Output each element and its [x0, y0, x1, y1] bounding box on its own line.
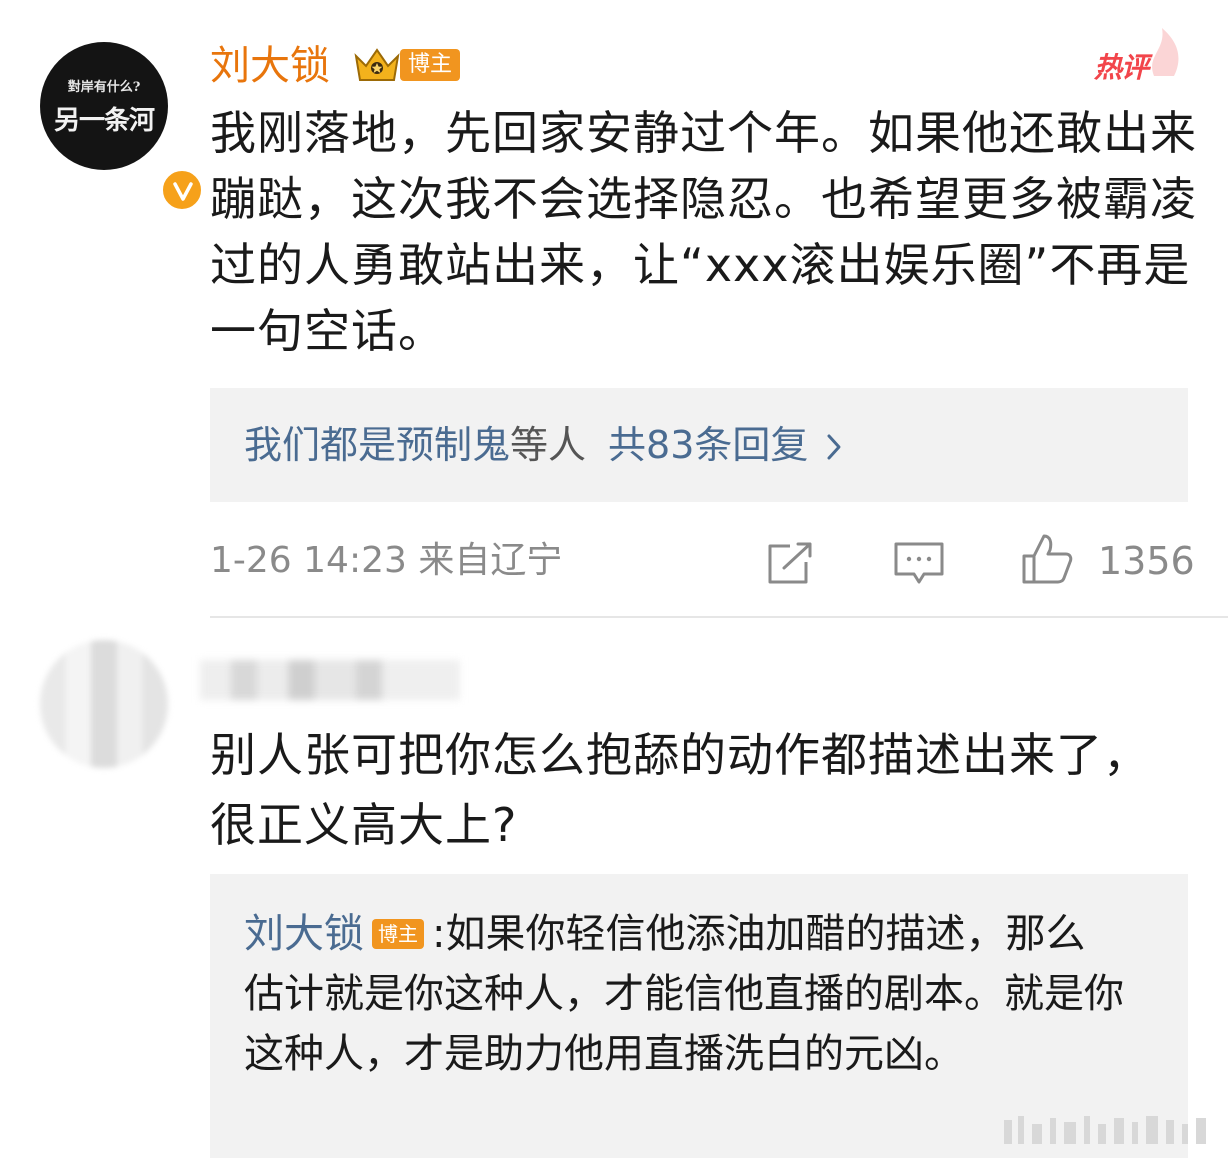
- comment-icon[interactable]: [892, 540, 946, 586]
- crown-icon: [354, 48, 400, 81]
- reply-names-suffix: 等人: [510, 423, 587, 467]
- avatar-main-text: 另一条河: [53, 106, 155, 136]
- blogger-tag: 博主: [400, 49, 461, 81]
- reply-names[interactable]: 我们都是预制鬼: [244, 423, 510, 467]
- blogger-tag: 博主: [372, 919, 424, 949]
- username[interactable]: 刘大锁: [210, 40, 330, 92]
- watermark-bars-icon: [1004, 1116, 1206, 1144]
- username-blurred[interactable]: [200, 660, 460, 700]
- like-count: 1356: [1098, 539, 1195, 583]
- chevron-right-icon: [826, 421, 842, 475]
- like-icon[interactable]: [1020, 532, 1074, 586]
- hot-comment-badge: 热评: [1094, 51, 1149, 84]
- verified-icon: [160, 168, 204, 212]
- share-icon[interactable]: [764, 540, 814, 586]
- comment-text: 别人张可把你怎么抱舔的动作都描述出来了，很正义高大上?: [210, 728, 1150, 852]
- comment-text: 我刚落地，先回家安静过个年。如果他还敢出来蹦跶，这次我不会选择隐忍。也希望更多被…: [210, 106, 1197, 358]
- hot-flame-icon: [1152, 28, 1179, 76]
- reply: 刘大锁 博主:如果你轻信他添油加醋的描述，那么估计就是你这种人，才能信他直播的剧本…: [244, 904, 1124, 1084]
- comment-meta: 1-26 14:23 来自辽宁: [210, 540, 563, 581]
- divider: [210, 616, 1228, 618]
- replies-line: 我们都是预制鬼等人 共83条回复: [244, 418, 842, 475]
- avatar[interactable]: 對岸有什么? 另一条河: [40, 42, 204, 212]
- reply-count[interactable]: 共83条回复: [608, 423, 808, 467]
- reply-author[interactable]: 刘大锁: [244, 911, 364, 957]
- reply-separator: :: [432, 911, 446, 957]
- avatar-blurred[interactable]: [40, 640, 168, 768]
- replies-summary[interactable]: 我们都是预制鬼等人 共83条回复: [210, 388, 1188, 502]
- avatar-top-text: 對岸有什么?: [67, 80, 141, 95]
